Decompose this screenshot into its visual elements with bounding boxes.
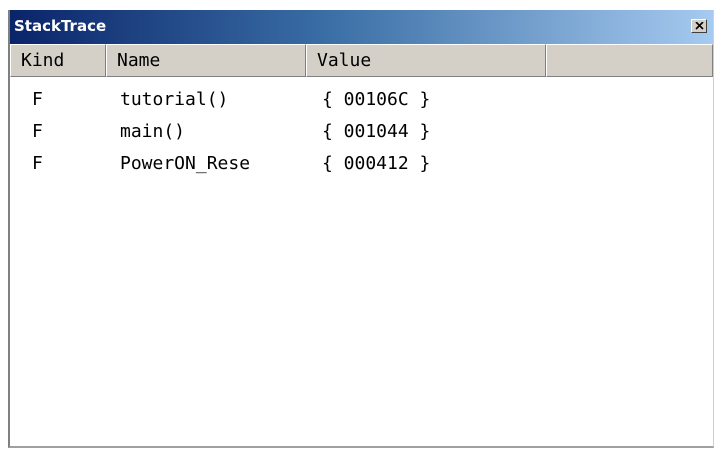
title-bar[interactable]: StackTrace xyxy=(10,10,713,44)
frame-kind: F xyxy=(32,121,43,142)
table-row[interactable]: F PowerON_Rese { 000412 } xyxy=(10,149,713,180)
close-button[interactable] xyxy=(691,19,707,33)
frame-value: { 000412 } xyxy=(322,153,431,174)
column-header-kind[interactable]: Kind xyxy=(10,44,106,77)
column-header-empty[interactable] xyxy=(546,44,713,77)
close-icon xyxy=(695,22,704,30)
table-row[interactable]: F tutorial() { 00106C } xyxy=(10,85,713,116)
table-row[interactable]: F main() { 001044 } xyxy=(10,117,713,148)
stacktrace-panel: StackTrace Kind Name Value F tutorial() … xyxy=(8,10,714,448)
frame-name: PowerON_Rese xyxy=(120,153,251,174)
stack-frame-list: F tutorial() { 00106C } F main() { 00104… xyxy=(10,77,713,446)
column-header: Kind Name Value xyxy=(10,44,713,77)
frame-name: tutorial() xyxy=(120,89,229,110)
frame-value: { 00106C } xyxy=(322,89,431,110)
window-title: StackTrace xyxy=(14,17,107,35)
column-header-name[interactable]: Name xyxy=(106,44,306,77)
frame-kind: F xyxy=(32,153,43,174)
frame-value: { 001044 } xyxy=(322,121,431,142)
frame-kind: F xyxy=(32,89,43,110)
column-header-value[interactable]: Value xyxy=(306,44,546,77)
frame-name: main() xyxy=(120,121,186,142)
